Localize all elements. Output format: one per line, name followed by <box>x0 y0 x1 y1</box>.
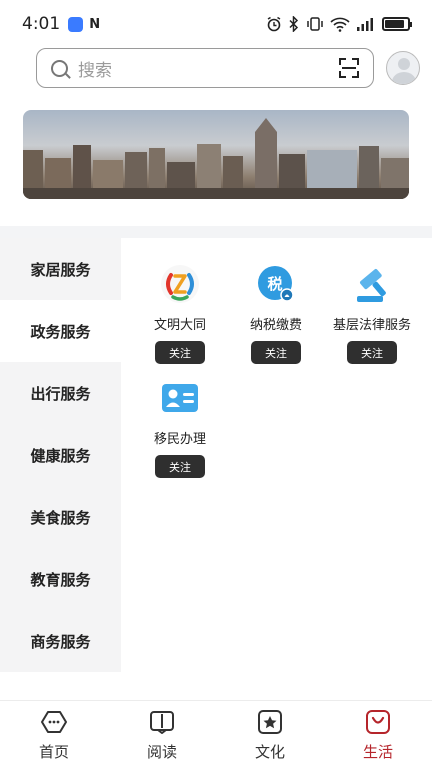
nav-home[interactable]: 首页 <box>0 701 108 768</box>
sidebar-item-government-services[interactable]: 政务服务 <box>0 300 121 362</box>
follow-button[interactable]: 关注 <box>155 341 205 364</box>
tax-icon-text: 税 <box>267 275 282 293</box>
service-item[interactable]: 移民办理 关注 <box>130 376 230 478</box>
home-icon <box>41 709 67 735</box>
avatar[interactable] <box>386 51 420 85</box>
search-row: 搜索 <box>36 47 420 89</box>
banner-image[interactable] <box>23 110 409 199</box>
follow-button[interactable]: 关注 <box>155 455 205 478</box>
service-label: 纳税缴费 <box>249 318 302 333</box>
nav-culture[interactable]: 文化 <box>216 701 324 768</box>
status-time: 4:01 <box>22 14 61 34</box>
tax-icon: 税 <box>254 262 298 306</box>
app-notification-icon <box>68 16 84 32</box>
service-label: 移民办理 <box>153 432 206 447</box>
category-sidebar: 家居服务 政务服务 出行服务 健康服务 美食服务 教育服务 商务服务 <box>0 238 121 672</box>
service-label: 基层法律服务 <box>332 318 411 333</box>
service-item[interactable]: 税 纳税缴费 关注 <box>226 262 326 364</box>
book-icon <box>149 709 175 735</box>
follow-button[interactable]: 关注 <box>347 341 397 364</box>
scan-icon[interactable] <box>339 58 359 78</box>
sidebar-item-health-services[interactable]: 健康服务 <box>0 424 121 486</box>
alarm-icon <box>267 16 281 32</box>
nav-label: 阅读 <box>146 743 177 761</box>
follow-button[interactable]: 关注 <box>251 341 301 364</box>
sidebar-item-travel-services[interactable]: 出行服务 <box>0 362 121 424</box>
civilization-logo-icon <box>158 262 202 306</box>
search-placeholder: 搜索 <box>78 60 112 81</box>
bottom-nav: 首页 阅读 文化 生活 <box>0 700 432 768</box>
nfc-icon: N <box>89 16 101 32</box>
nav-label: 文化 <box>254 743 285 761</box>
nav-label: 首页 <box>38 743 69 761</box>
service-label: 文明大同 <box>153 318 206 333</box>
nav-reading[interactable]: 阅读 <box>108 701 216 768</box>
service-item[interactable]: 基层法律服务 关注 <box>322 262 422 364</box>
search-input[interactable]: 搜索 <box>36 48 374 88</box>
service-item[interactable]: 文明大同 关注 <box>130 262 230 364</box>
signal-icon <box>357 18 373 31</box>
nav-label: 生活 <box>362 743 393 761</box>
status-bar: 4:01 N <box>0 0 432 48</box>
search-icon <box>51 59 68 77</box>
city-skyline-image <box>23 118 409 199</box>
wifi-icon <box>330 17 350 32</box>
sidebar-item-home-services[interactable]: 家居服务 <box>0 238 121 300</box>
nav-life[interactable]: 生活 <box>324 701 432 768</box>
battery-icon <box>382 17 412 31</box>
shopping-bag-icon <box>365 709 391 735</box>
bluetooth-icon <box>289 16 299 32</box>
sidebar-item-food-services[interactable]: 美食服务 <box>0 486 121 548</box>
star-badge-icon <box>257 709 283 735</box>
vibrate-icon <box>307 17 323 31</box>
gavel-icon <box>350 262 394 306</box>
sidebar-item-education-services[interactable]: 教育服务 <box>0 548 121 610</box>
sidebar-item-business-services[interactable]: 商务服务 <box>0 610 121 672</box>
id-card-icon <box>158 376 202 420</box>
